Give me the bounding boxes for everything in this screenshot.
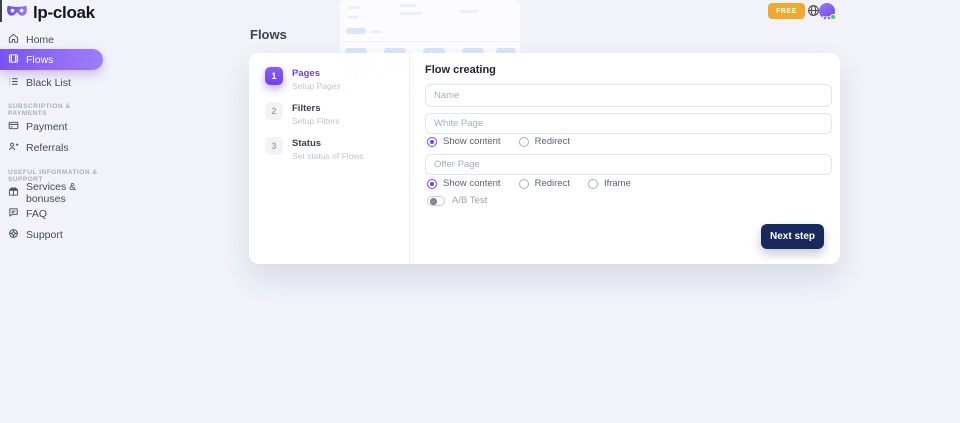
- offer-page-radio-group: Show content Redirect Iframe: [427, 178, 631, 189]
- chat-icon: [8, 207, 19, 221]
- radio-show-content[interactable]: Show content: [427, 136, 501, 147]
- online-status-dot: [830, 14, 836, 20]
- sidebar-item-support[interactable]: Support: [0, 226, 110, 243]
- logo[interactable]: lp-cloak: [6, 3, 95, 23]
- mask-logo-icon: [6, 4, 28, 22]
- step-subtitle: Setup Pages: [292, 81, 341, 91]
- sidebar-item-payment[interactable]: Payment: [0, 118, 110, 135]
- page-title: Flows: [250, 27, 287, 42]
- radio-redirect[interactable]: Redirect: [519, 136, 570, 147]
- ab-test-row: A/B Test: [427, 195, 487, 206]
- home-icon: [8, 33, 19, 47]
- lifebuoy-icon: [8, 228, 19, 242]
- step-title: Status: [292, 137, 364, 149]
- flow-form: Flow creating Show content Redirect Show…: [425, 53, 832, 264]
- radio-icon[interactable]: [588, 179, 598, 189]
- free-plan-button[interactable]: FREE: [768, 3, 805, 19]
- step-filters[interactable]: 2 Filters Setup Filters: [265, 102, 340, 126]
- radio-icon[interactable]: [427, 137, 437, 147]
- modal-divider: [409, 53, 410, 264]
- ab-test-toggle[interactable]: [427, 196, 445, 206]
- step-title: Pages: [292, 67, 341, 79]
- sidebar-section-subscription: SUBSCRIPTION & PAYMENTS: [8, 103, 106, 117]
- sidebar-item-label: Black List: [26, 77, 71, 89]
- sidebar-item-label: Services & bonuses: [26, 181, 110, 205]
- step-number: 3: [265, 137, 283, 155]
- credit-card-icon: [8, 120, 19, 134]
- sidebar-item-referrals[interactable]: Referrals: [0, 139, 110, 156]
- logo-text: lp-cloak: [33, 3, 95, 23]
- sidebar-item-services[interactable]: Services & bonuses: [0, 184, 110, 201]
- window-edge: [0, 0, 2, 22]
- flow-creating-modal: 1 Pages Setup Pages 2 Filters Setup Filt…: [249, 53, 840, 264]
- sidebar-item-black-list[interactable]: Black List: [0, 74, 110, 91]
- sidebar-item-label: Flows: [26, 54, 53, 66]
- white-page-input[interactable]: [425, 113, 832, 134]
- sidebar-item-label: Referrals: [26, 142, 69, 154]
- radio-icon[interactable]: [427, 179, 437, 189]
- sidebar-item-label: Home: [26, 34, 54, 46]
- radio-iframe[interactable]: Iframe: [588, 178, 631, 189]
- step-title: Filters: [292, 102, 340, 114]
- ab-test-label: A/B Test: [452, 195, 487, 206]
- sidebar-item-label: Payment: [26, 121, 67, 133]
- step-pages[interactable]: 1 Pages Setup Pages: [265, 67, 341, 91]
- sidebar-item-faq[interactable]: FAQ: [0, 205, 110, 222]
- globe-icon[interactable]: [806, 4, 820, 18]
- sidebar-item-label: Support: [26, 229, 63, 241]
- step-subtitle: Set status of Flows: [292, 151, 364, 161]
- offer-page-input[interactable]: [425, 154, 832, 175]
- name-input[interactable]: [425, 84, 832, 107]
- radio-icon[interactable]: [519, 179, 529, 189]
- radio-show-content[interactable]: Show content: [427, 178, 501, 189]
- sidebar-item-label: FAQ: [26, 208, 47, 220]
- sidebar-item-flows[interactable]: Flows: [0, 49, 103, 70]
- sidebar-item-home[interactable]: Home: [0, 31, 110, 48]
- step-status[interactable]: 3 Status Set status of Flows: [265, 137, 364, 161]
- gift-icon: [8, 186, 19, 200]
- step-subtitle: Setup Filters: [292, 116, 340, 126]
- avatar[interactable]: [819, 3, 835, 19]
- next-step-button[interactable]: Next step: [761, 224, 824, 249]
- app-window: lp-cloak FREE Home Flows Black L: [0, 0, 960, 423]
- radio-icon[interactable]: [519, 137, 529, 147]
- modal-title: Flow creating: [425, 64, 496, 76]
- list-icon: [8, 76, 19, 90]
- user-plus-icon: [8, 141, 19, 155]
- white-page-radio-group: Show content Redirect: [427, 136, 570, 147]
- radio-redirect[interactable]: Redirect: [519, 178, 570, 189]
- step-number: 2: [265, 102, 283, 120]
- flows-icon: [8, 53, 19, 67]
- step-number: 1: [265, 67, 283, 85]
